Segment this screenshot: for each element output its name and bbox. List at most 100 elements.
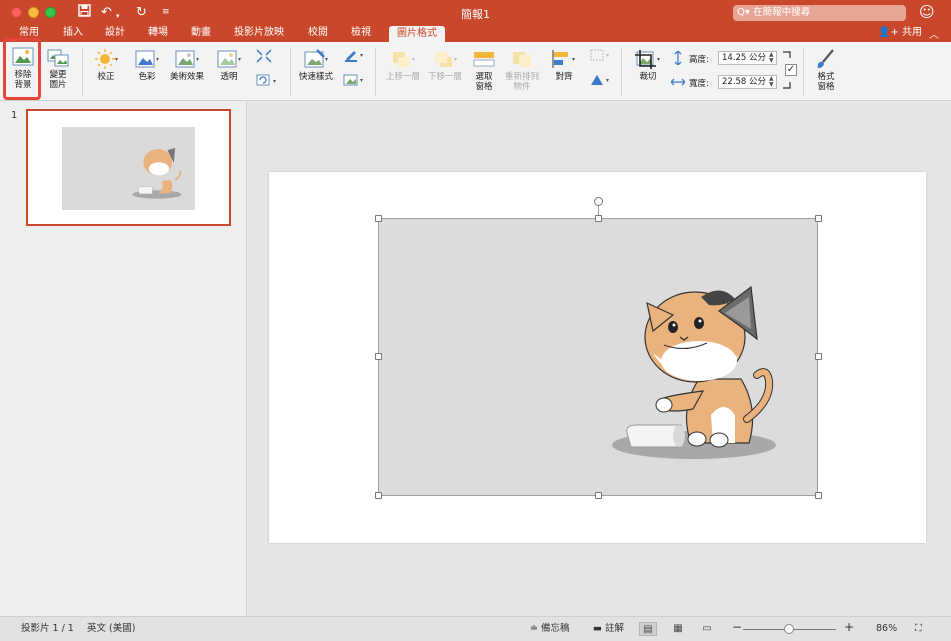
change-picture-label: 變更圖片 bbox=[49, 70, 67, 90]
format-pane-button[interactable]: 格式窗格 bbox=[810, 49, 842, 92]
resize-handle-right[interactable] bbox=[815, 353, 822, 360]
color-button[interactable]: ▾ 色彩 bbox=[130, 49, 164, 82]
svg-text:▾: ▾ bbox=[325, 56, 328, 63]
format-pane-label: 格式窗格 bbox=[817, 72, 835, 92]
search-input[interactable]: Q▾ 在簡報中搜尋 bbox=[733, 5, 906, 21]
reading-view-button[interactable]: ▭ bbox=[698, 622, 716, 636]
search-placeholder: 在簡報中搜尋 bbox=[753, 7, 811, 18]
align-icon: ▾ bbox=[552, 50, 575, 68]
rotate-handle[interactable] bbox=[594, 197, 603, 206]
redo-icon[interactable]: ↻ bbox=[136, 4, 147, 21]
send-backward-icon: ▾ bbox=[435, 52, 457, 67]
notes-button[interactable]: ≐ 備忘稿 bbox=[530, 623, 570, 635]
fit-to-window-icon[interactable]: ⛶ bbox=[915, 623, 922, 635]
svg-text:▾: ▾ bbox=[572, 56, 575, 63]
resize-handle-top-right[interactable] bbox=[815, 215, 822, 222]
width-stepper[interactable]: ▲ ▼ bbox=[769, 76, 774, 88]
minimize-window-button[interactable] bbox=[28, 7, 39, 18]
resize-handle-top-left[interactable] bbox=[375, 215, 382, 222]
tab-view[interactable]: 檢視 bbox=[351, 26, 371, 40]
crop-button[interactable]: ▾ 裁切 bbox=[630, 49, 666, 82]
align-button[interactable]: ▾ 對齊 bbox=[548, 49, 580, 82]
lock-aspect-ratio-checkbox[interactable]: ✓ bbox=[785, 64, 797, 76]
tab-slide-show[interactable]: 投影片放映 bbox=[234, 26, 284, 40]
change-picture-button[interactable]: 變更圖片 bbox=[45, 47, 71, 90]
height-label: 高度: bbox=[689, 55, 709, 65]
group-button[interactable]: ▾ bbox=[588, 48, 614, 65]
corrections-label: 校正 bbox=[97, 72, 115, 82]
zoom-level[interactable]: 86% bbox=[876, 623, 897, 635]
tab-review[interactable]: 校閱 bbox=[308, 26, 328, 40]
undo-dropdown-icon[interactable]: ▾ bbox=[116, 8, 120, 25]
slide-thumbnails-panel: 1 bbox=[0, 101, 247, 616]
pen-icon: ▾ bbox=[345, 51, 363, 62]
resize-handle-bottom[interactable] bbox=[595, 492, 602, 499]
compress-pictures-button[interactable] bbox=[254, 49, 274, 66]
save-icon[interactable] bbox=[78, 4, 91, 22]
slide-canvas[interactable] bbox=[269, 172, 926, 543]
quick-styles-label: 快速樣式 bbox=[298, 72, 333, 82]
resize-handle-top[interactable] bbox=[595, 215, 602, 222]
bring-forward-button[interactable]: ▾ 上移一層 bbox=[384, 49, 422, 82]
collapse-ribbon-icon[interactable]: ︿ bbox=[929, 26, 939, 41]
share-button[interactable]: 👤+ 共用 bbox=[878, 26, 922, 40]
resize-handle-bottom-right[interactable] bbox=[815, 492, 822, 499]
close-window-button[interactable] bbox=[11, 7, 22, 18]
zoom-in-button[interactable]: + bbox=[844, 621, 854, 633]
quick-styles-button[interactable]: ▾ 快速樣式 bbox=[296, 49, 336, 82]
svg-text:▾: ▾ bbox=[360, 77, 363, 84]
height-icon bbox=[671, 50, 685, 66]
picture-effects-button[interactable]: ▾ bbox=[342, 73, 368, 90]
svg-text:▾: ▾ bbox=[412, 56, 415, 63]
tab-picture-format[interactable]: 圖片格式 bbox=[389, 26, 445, 42]
tab-design[interactable]: 設計 bbox=[105, 26, 125, 40]
title-bar: ↶ ▾ ↻ ≡ 簡報1 Q▾ 在簡報中搜尋 ☺ bbox=[0, 0, 951, 25]
ribbon-tabs: 常用 插入 設計 轉場 動畫 投影片放映 校閱 檢視 圖片格式 👤+ 共用 ︿ bbox=[0, 25, 951, 42]
comments-button[interactable]: ▬ 註解 bbox=[593, 623, 624, 635]
resize-handle-left[interactable] bbox=[375, 353, 382, 360]
ribbon-separator bbox=[290, 48, 291, 96]
tab-animations[interactable]: 動畫 bbox=[191, 26, 211, 40]
artistic-effects-button[interactable]: ▾ 美術效果 bbox=[166, 49, 208, 82]
cat-thumbnail-image bbox=[132, 147, 182, 199]
undo-icon[interactable]: ↶ bbox=[101, 4, 112, 21]
language-indicator[interactable]: 英文 (美國) bbox=[87, 623, 135, 635]
height-stepper[interactable]: ▲ ▼ bbox=[769, 52, 774, 64]
zoom-out-button[interactable]: − bbox=[732, 621, 742, 633]
corrections-button[interactable]: ▾ 校正 bbox=[90, 49, 122, 82]
bring-forward-icon: ▾ bbox=[393, 52, 415, 67]
tab-transitions[interactable]: 轉場 bbox=[148, 26, 168, 40]
tab-insert[interactable]: 插入 bbox=[63, 26, 83, 40]
thumbnail-picture bbox=[62, 127, 195, 210]
resize-handle-bottom-left[interactable] bbox=[375, 492, 382, 499]
width-icon bbox=[670, 75, 686, 89]
maximize-window-button[interactable] bbox=[45, 7, 56, 18]
selected-picture[interactable] bbox=[378, 218, 818, 496]
notes-icon: ≐ bbox=[530, 623, 541, 634]
svg-text:▾: ▾ bbox=[196, 56, 199, 63]
feedback-smiley-icon[interactable]: ☺ bbox=[919, 4, 935, 20]
normal-view-button[interactable]: ▤ bbox=[639, 622, 657, 636]
sun-icon: ▾ bbox=[95, 49, 118, 69]
send-backward-button[interactable]: ▾ 下移一層 bbox=[426, 49, 464, 82]
picture-border-button[interactable]: ▾ bbox=[342, 48, 368, 65]
zoom-slider-knob[interactable] bbox=[784, 624, 794, 634]
reset-picture-button[interactable]: ▾ bbox=[253, 73, 283, 90]
transparency-button[interactable]: ▾ 透明 bbox=[212, 49, 246, 82]
status-bar: 投影片 1 / 1 英文 (美國) ≐ 備忘稿 ▬ 註解 ▤ ▦ ▭ − + 8… bbox=[0, 616, 951, 641]
slide-counter: 投影片 1 / 1 bbox=[21, 623, 74, 634]
ribbon-separator bbox=[621, 48, 622, 96]
selection-pane-button[interactable]: 選取窗格 bbox=[470, 49, 498, 92]
svg-text:▾: ▾ bbox=[657, 56, 660, 63]
svg-text:▾: ▾ bbox=[156, 56, 159, 63]
send-backward-label: 下移一層 bbox=[427, 72, 462, 82]
reorder-objects-label: 重新排列物件 bbox=[504, 72, 539, 92]
share-label: 共用 bbox=[902, 27, 923, 38]
rotate-button[interactable]: ▾ bbox=[588, 73, 614, 90]
remove-background-highlight bbox=[3, 38, 41, 100]
selection-pane-label: 選取窗格 bbox=[475, 72, 493, 92]
reorder-objects-button[interactable]: 重新排列物件 bbox=[502, 49, 542, 92]
slide-sorter-button[interactable]: ▦ bbox=[669, 622, 687, 636]
customize-toolbar-icon[interactable]: ≡ bbox=[162, 4, 170, 21]
slide-thumbnail[interactable] bbox=[26, 109, 231, 226]
